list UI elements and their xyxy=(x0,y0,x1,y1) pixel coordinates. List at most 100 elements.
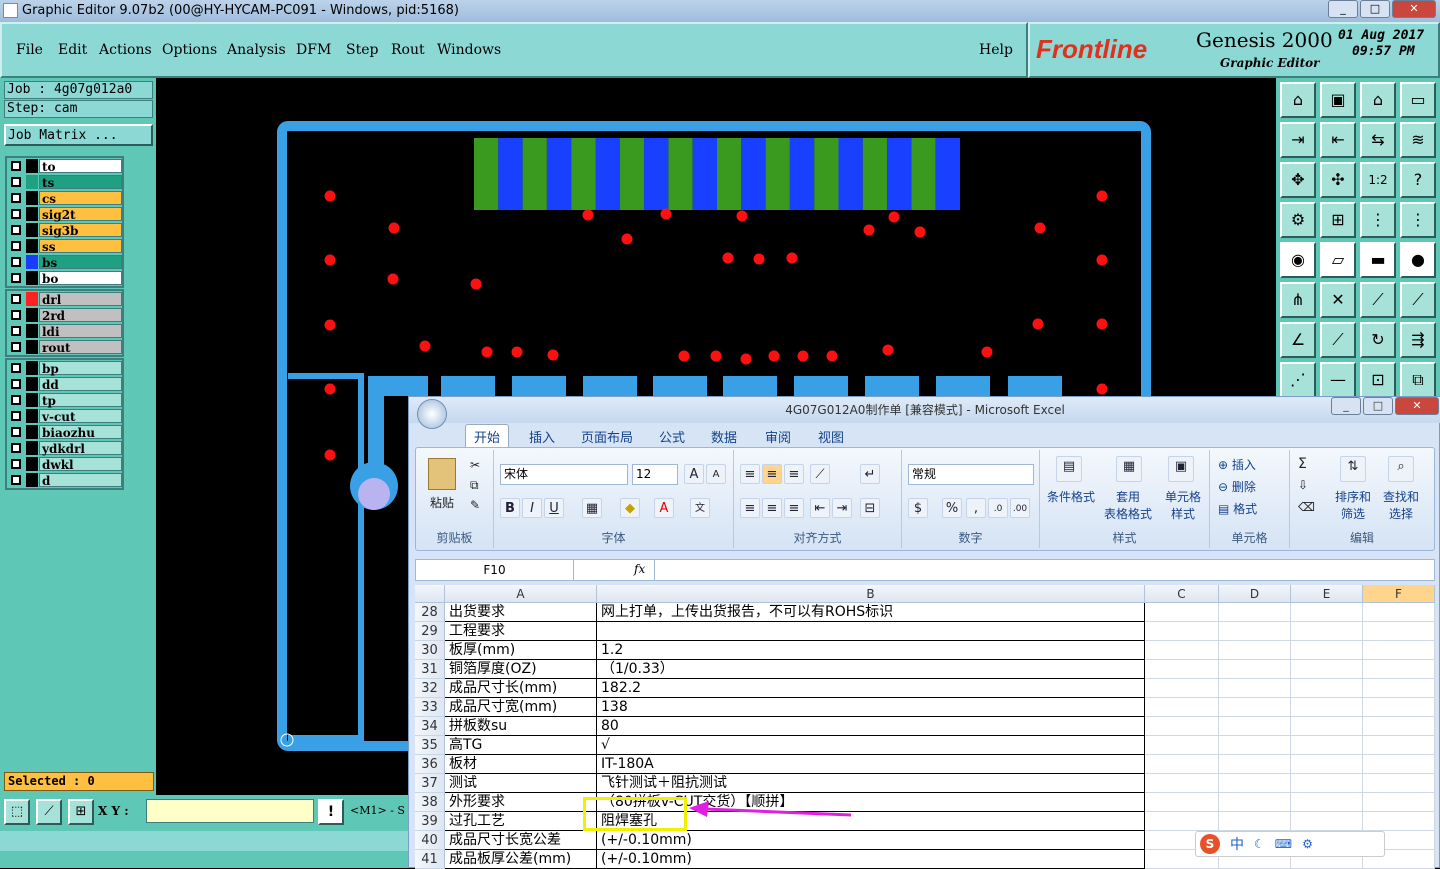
row-header[interactable]: 30 xyxy=(415,641,445,660)
font-color-icon[interactable]: A xyxy=(654,498,674,518)
cell-d[interactable] xyxy=(1219,698,1291,717)
split-icon[interactable]: ⇶ xyxy=(1400,322,1436,358)
align-right-icon[interactable]: ≡ xyxy=(784,498,804,518)
layer-checkbox[interactable] xyxy=(11,241,21,251)
select-all-corner[interactable] xyxy=(415,585,445,603)
layer-color-swatch[interactable] xyxy=(26,239,38,253)
increase-indent-icon[interactable]: ⇥ xyxy=(832,498,852,518)
layer-row-bs[interactable]: bs xyxy=(7,254,122,270)
cell-f[interactable] xyxy=(1363,812,1435,831)
cell-c[interactable] xyxy=(1145,717,1219,736)
cell-a[interactable]: 测试 xyxy=(445,774,597,793)
cell-b[interactable]: 138 xyxy=(597,698,1145,717)
angle-icon[interactable]: ∠ xyxy=(1280,322,1316,358)
cell-c[interactable] xyxy=(1145,774,1219,793)
conditional-format-icon[interactable]: ▤ xyxy=(1056,456,1082,482)
layer-name[interactable]: sig2t xyxy=(39,207,122,222)
bar-icon[interactable]: — xyxy=(1320,362,1356,398)
layer-checkbox[interactable] xyxy=(11,326,21,336)
cell-c[interactable] xyxy=(1145,622,1219,641)
cell-c[interactable] xyxy=(1145,793,1219,812)
cell-c[interactable] xyxy=(1145,641,1219,660)
menu-windows[interactable]: Windows xyxy=(437,42,501,58)
format-as-table-icon[interactable]: ▦ xyxy=(1116,456,1142,482)
cell-e[interactable] xyxy=(1291,755,1363,774)
layer-row-tp[interactable]: tp xyxy=(7,392,122,408)
grow-font-icon[interactable]: A xyxy=(684,464,704,484)
layer-row-ts[interactable]: ts xyxy=(7,174,122,190)
layer-row-drl[interactable]: drl xyxy=(7,291,122,307)
circle-icon[interactable]: ● xyxy=(1400,242,1436,278)
tab-page-layout[interactable]: 页面布局 xyxy=(581,427,633,446)
cell-b[interactable]: （1/0.33） xyxy=(597,660,1145,679)
node-icon[interactable]: ⋰ xyxy=(1280,362,1316,398)
paste-label[interactable]: 粘贴 xyxy=(430,494,454,511)
layer-checkbox[interactable] xyxy=(11,193,21,203)
merge-cells-icon[interactable]: ⊟ xyxy=(860,498,880,518)
cut-icon[interactable]: ✂ xyxy=(470,458,480,472)
job-matrix-button[interactable]: Job Matrix ... xyxy=(4,124,153,146)
measure-icon[interactable]: ⟋ xyxy=(36,799,62,825)
layer-color-swatch[interactable] xyxy=(26,159,38,173)
col-header-a[interactable]: A xyxy=(445,585,597,603)
excel-maximize-button[interactable]: □ xyxy=(1363,397,1393,415)
tab-data[interactable]: 数据 xyxy=(711,427,737,446)
cell-a[interactable]: 成品板厚公差(mm) xyxy=(445,850,597,869)
moon-icon[interactable]: ☾ xyxy=(1254,837,1265,851)
col-header-e[interactable]: E xyxy=(1291,585,1363,603)
layer-row-bp[interactable]: bp xyxy=(7,360,122,376)
layer-row-2rd[interactable]: 2rd xyxy=(7,307,122,323)
cell-c[interactable] xyxy=(1145,736,1219,755)
tab-formulas[interactable]: 公式 xyxy=(659,427,685,446)
comma-icon[interactable]: , xyxy=(966,498,986,518)
layer-checkbox[interactable] xyxy=(11,475,21,485)
cell-e[interactable] xyxy=(1291,812,1363,831)
layer-color-swatch[interactable] xyxy=(26,409,38,423)
cell-a[interactable]: 板材 xyxy=(445,755,597,774)
col-header-f[interactable]: F xyxy=(1363,585,1435,603)
layer-color-swatch[interactable] xyxy=(26,324,38,338)
cell-a[interactable]: 高TG xyxy=(445,736,597,755)
bold-icon[interactable]: B xyxy=(500,498,520,518)
sogou-icon[interactable]: S xyxy=(1200,834,1220,854)
percent-icon[interactable]: % xyxy=(942,498,962,518)
cell-b[interactable]: 飞针测试＋阻抗测试 xyxy=(597,774,1145,793)
flip-icon[interactable]: ⇆ xyxy=(1360,122,1396,158)
find-select-label[interactable]: 查找和 选择 xyxy=(1378,488,1424,522)
cell-b[interactable]: (+/-0.10mm) xyxy=(597,831,1145,850)
tab-insert[interactable]: 插入 xyxy=(529,427,555,446)
layer-row-dwkl[interactable]: dwkl xyxy=(7,456,122,472)
format-painter-icon[interactable]: ✎ xyxy=(470,498,480,512)
cell-b[interactable]: (+/-0.10mm) xyxy=(597,850,1145,869)
layer-color-swatch[interactable] xyxy=(26,191,38,205)
cell-c[interactable] xyxy=(1145,660,1219,679)
cell-d[interactable] xyxy=(1219,755,1291,774)
shrink-font-icon[interactable]: A xyxy=(706,464,726,484)
layer-checkbox[interactable] xyxy=(11,225,21,235)
layer-name[interactable]: drl xyxy=(39,292,122,307)
layer-checkbox[interactable] xyxy=(11,379,21,389)
layer-name[interactable]: ldi xyxy=(39,324,122,339)
increase-decimal-icon[interactable]: .0 xyxy=(988,498,1008,518)
cross-icon[interactable]: ✕ xyxy=(1320,282,1356,318)
cell-styles-label[interactable]: 单元格 样式 xyxy=(1158,488,1208,522)
layer-color-swatch[interactable] xyxy=(26,271,38,285)
row-header[interactable]: 38 xyxy=(415,793,445,812)
layer-row-to[interactable]: to xyxy=(7,158,122,174)
row-header[interactable]: 28 xyxy=(415,603,445,622)
col-header-b[interactable]: B xyxy=(597,585,1145,603)
name-box[interactable]: F10 xyxy=(416,560,574,580)
cell-f[interactable] xyxy=(1363,698,1435,717)
layer-row-rout[interactable]: rout xyxy=(7,339,122,355)
layer-row-cs[interactable]: cs xyxy=(7,190,122,206)
close-button[interactable]: ✕ xyxy=(1392,0,1436,18)
cell-f[interactable] xyxy=(1363,603,1435,622)
layer-name[interactable]: 2rd xyxy=(39,308,122,323)
snap-icon[interactable]: ≋ xyxy=(1400,122,1436,158)
cell-d[interactable] xyxy=(1219,793,1291,812)
layer-name[interactable]: tp xyxy=(39,393,122,408)
group-icon[interactable]: ⧉ xyxy=(1400,362,1436,398)
find-select-icon[interactable]: ⌕ xyxy=(1388,456,1414,482)
layer-row-ss[interactable]: ss xyxy=(7,238,122,254)
layer-checkbox[interactable] xyxy=(11,411,21,421)
